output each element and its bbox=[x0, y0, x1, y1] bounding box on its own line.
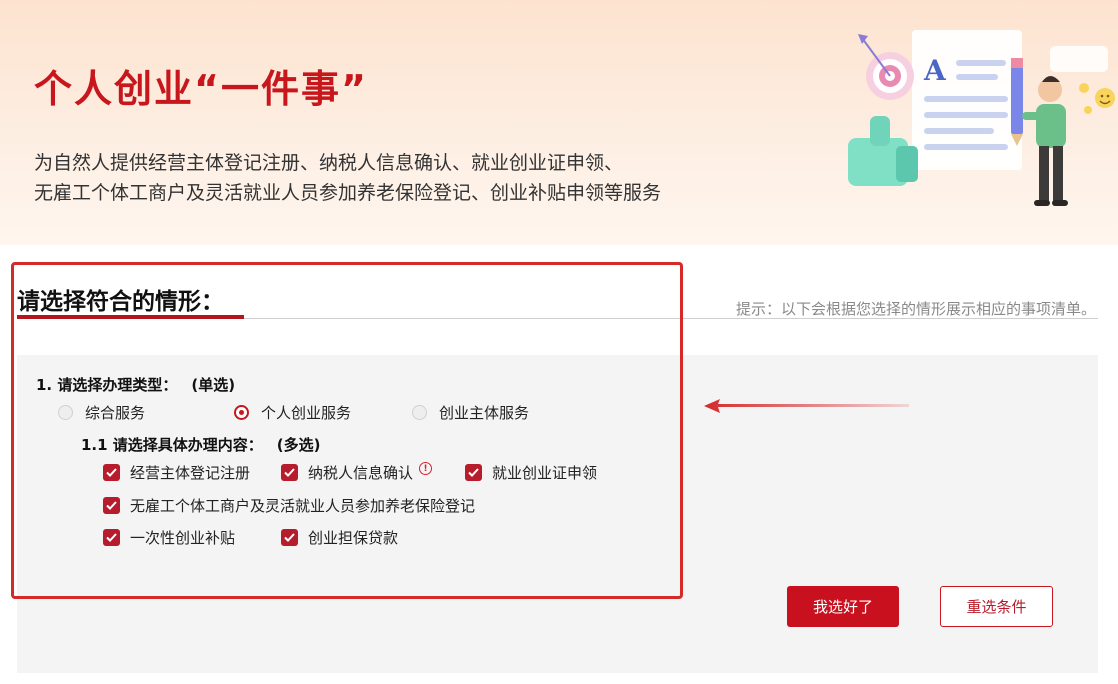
person-icon bbox=[1022, 76, 1068, 206]
radio-label: 个人创业服务 bbox=[261, 404, 352, 422]
checkbox-taxpayer-confirmation[interactable]: 纳税人信息确认 ! bbox=[281, 462, 433, 483]
smiley-icon bbox=[1079, 83, 1115, 114]
checkbox-pension-insurance-registration[interactable]: 无雇工个体工商户及灵活就业人员参加养老保险登记 bbox=[103, 495, 475, 516]
radio-personal-entrepreneurship[interactable]: 个人创业服务 bbox=[234, 402, 351, 423]
checkbox-checked-icon bbox=[103, 464, 120, 481]
section-title: 请选择符合的情形： bbox=[17, 289, 224, 315]
hero-illustration: A bbox=[848, 30, 1115, 206]
question-1-tag: (单选) bbox=[191, 376, 236, 394]
radio-selected-icon bbox=[234, 405, 249, 420]
document-icon: A bbox=[912, 30, 1022, 170]
checkbox-checked-icon bbox=[103, 497, 120, 514]
reset-button[interactable]: 重选条件 bbox=[940, 586, 1053, 627]
checkbox-label: 纳税人信息确认 bbox=[308, 464, 414, 482]
thumbs-up-icon bbox=[848, 116, 918, 186]
question-1-1-label: 1.1 请选择具体办理内容： (多选) bbox=[81, 434, 321, 455]
checkbox-checked-icon bbox=[103, 529, 120, 546]
question-1-1-tag: (多选) bbox=[276, 436, 321, 454]
hero-description-line2: 无雇工个体工商户及灵活就业人员参加养老保险登记、创业补贴申领等服务 bbox=[34, 182, 662, 204]
checkbox-checked-icon bbox=[281, 529, 298, 546]
checkbox-employment-certificate[interactable]: 就业创业证申领 bbox=[465, 462, 597, 483]
question-1-label: 1. 请选择办理类型： (单选) bbox=[36, 374, 235, 395]
hint-text: 提示：以下会根据您选择的情形展示相应的事项清单。 bbox=[735, 300, 1096, 318]
checkbox-label: 创业担保贷款 bbox=[308, 529, 399, 547]
radio-circle-icon bbox=[58, 405, 73, 420]
radio-comprehensive-service[interactable]: 综合服务 bbox=[58, 402, 145, 423]
checkbox-label: 无雇工个体工商户及灵活就业人员参加养老保险登记 bbox=[130, 497, 476, 515]
checkbox-business-registration[interactable]: 经营主体登记注册 bbox=[103, 462, 250, 483]
checkbox-label: 经营主体登记注册 bbox=[130, 464, 251, 482]
radio-label: 综合服务 bbox=[85, 404, 146, 422]
radio-circle-icon bbox=[412, 405, 427, 420]
checkbox-guaranteed-loan[interactable]: 创业担保贷款 bbox=[281, 527, 398, 548]
checkbox-checked-icon bbox=[281, 464, 298, 481]
info-icon[interactable]: ! bbox=[419, 462, 433, 475]
svg-text:A: A bbox=[923, 54, 947, 87]
radio-business-entity-service[interactable]: 创业主体服务 bbox=[412, 402, 529, 423]
section-title-underline bbox=[17, 315, 244, 319]
checkbox-one-time-subsidy[interactable]: 一次性创业补贴 bbox=[103, 527, 235, 548]
radio-label: 创业主体服务 bbox=[439, 404, 530, 422]
pen-icon bbox=[1011, 58, 1023, 146]
hero-banner: 个人创业“一件事” 为自然人提供经营主体登记注册、纳税人信息确认、就业创业证申领… bbox=[0, 0, 1118, 245]
question-1-1-text: 1.1 请选择具体办理内容： bbox=[81, 436, 263, 454]
checkbox-label: 就业创业证申领 bbox=[492, 464, 598, 482]
checkbox-checked-icon bbox=[465, 464, 482, 481]
arrow-left-icon bbox=[704, 399, 909, 413]
checkbox-label: 一次性创业补贴 bbox=[130, 529, 236, 547]
question-1-text: 1. 请选择办理类型： bbox=[36, 376, 178, 394]
target-icon bbox=[858, 34, 914, 100]
confirm-button[interactable]: 我选好了 bbox=[787, 586, 899, 627]
hero-description-line1: 为自然人提供经营主体登记注册、纳税人信息确认、就业创业证申领、 bbox=[34, 152, 624, 174]
hero-title: 个人创业“一件事” bbox=[34, 67, 368, 111]
